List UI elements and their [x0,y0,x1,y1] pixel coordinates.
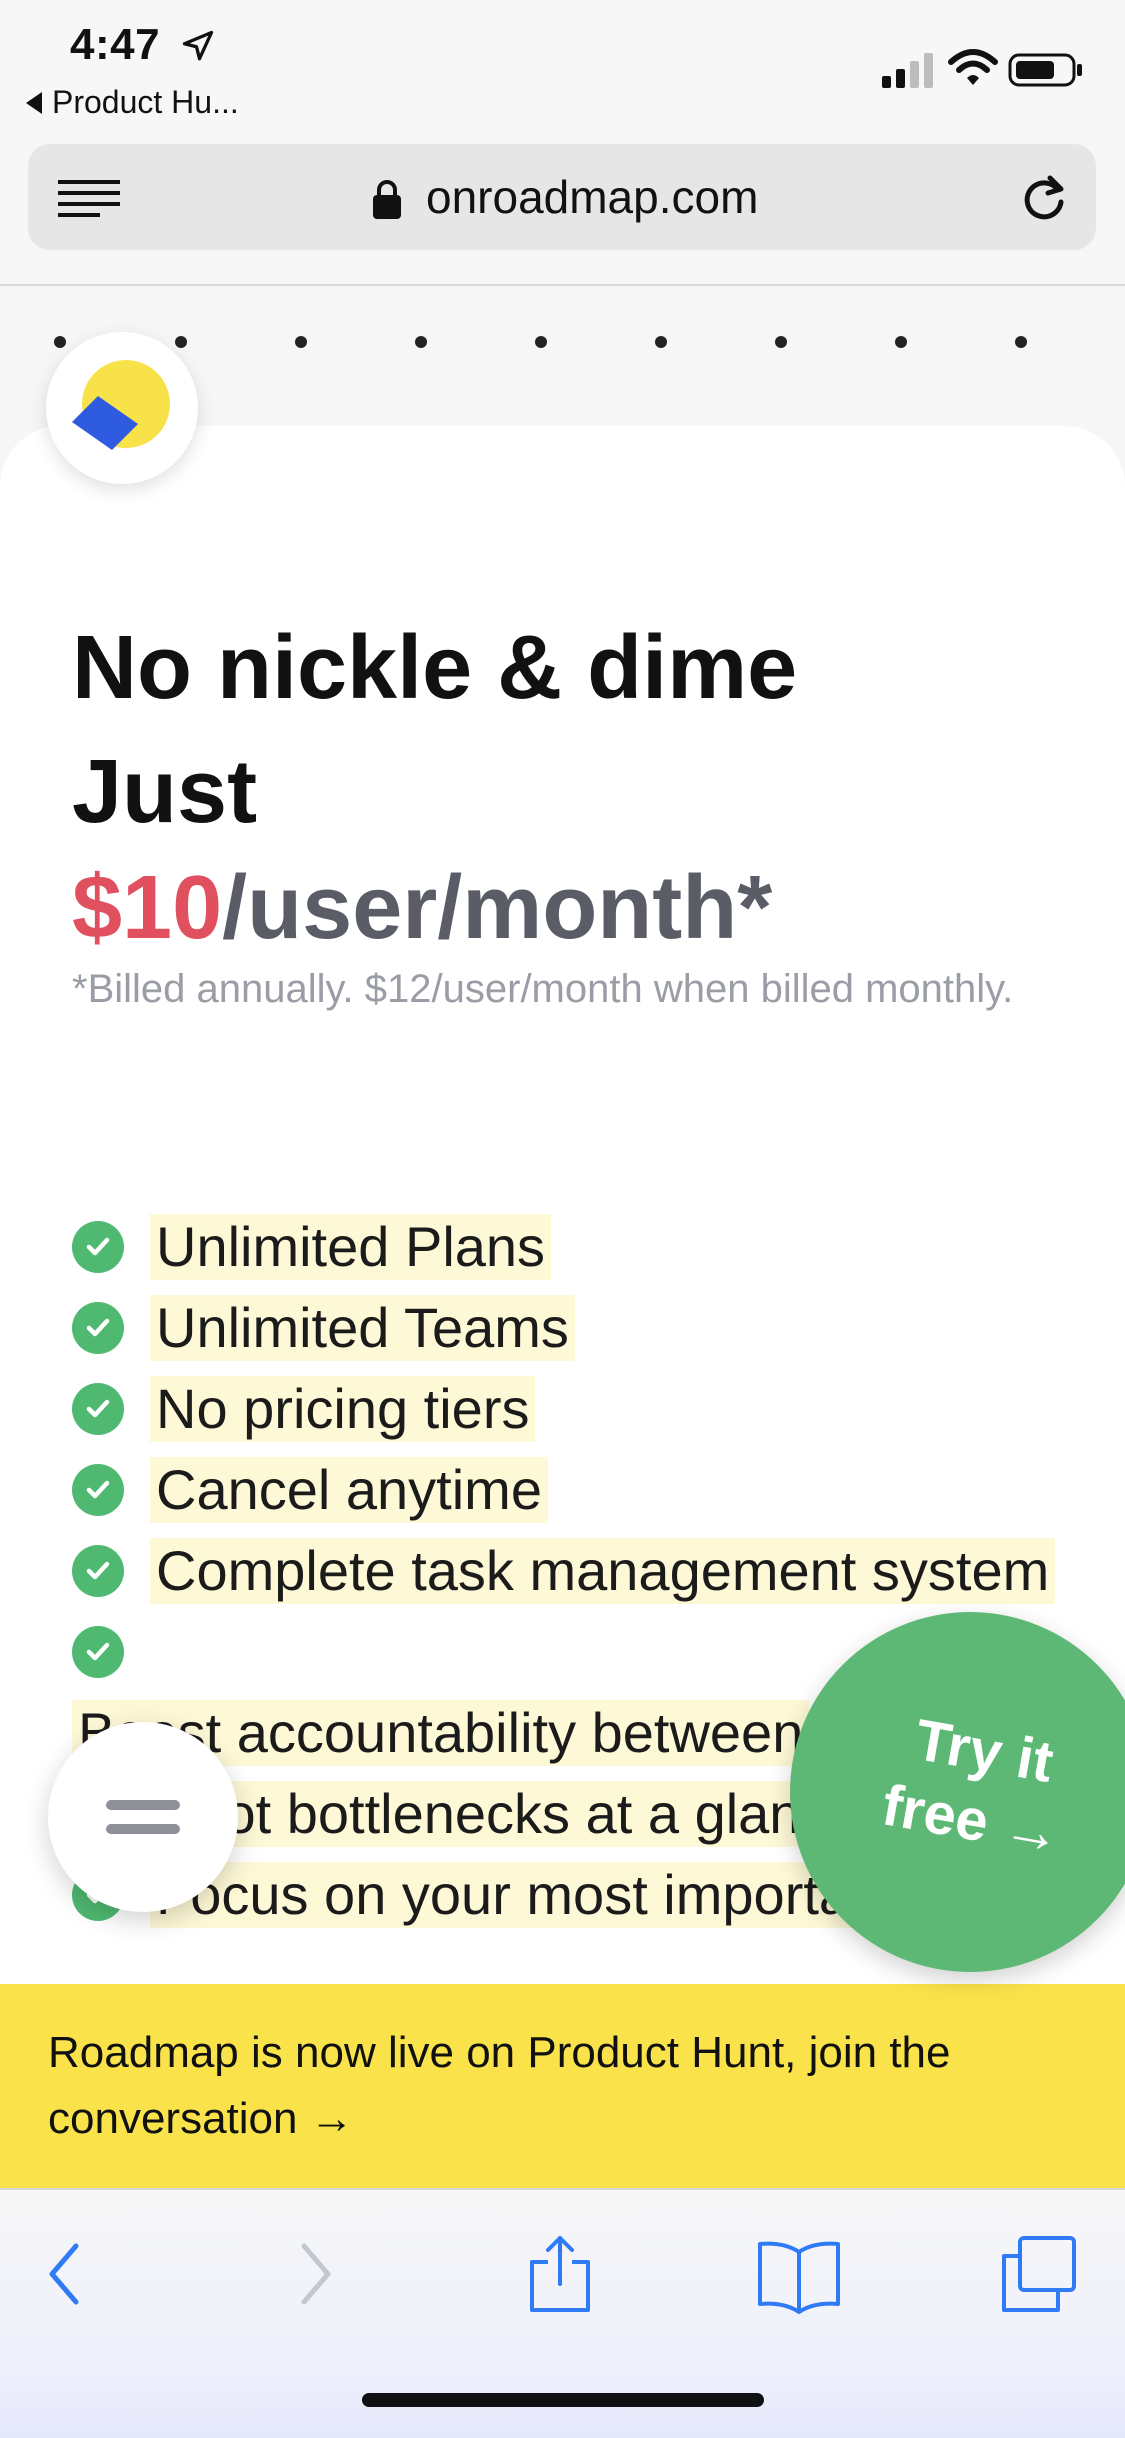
battery-icon [1008,53,1082,87]
list-item: Unlimited Teams [72,1287,1125,1368]
billing-note: *Billed annually. $12/user/month when bi… [72,967,1014,1011]
share-icon[interactable] [520,2234,600,2314]
wifi-icon [948,49,998,85]
pricing-headline: No nickle & dime Just [72,606,797,854]
back-triangle-icon [26,91,42,114]
address-bar[interactable]: onroadmap.com [28,144,1096,250]
menu-icon [106,1800,180,1810]
url-text[interactable]: onroadmap.com [426,170,758,224]
status-bar: 4:47 Product Hu... [0,0,1125,140]
reload-icon[interactable] [1018,172,1070,224]
dot [775,336,787,348]
feature-label: Unlimited Plans [150,1213,552,1280]
list-item: Unlimited Plans [72,1206,1125,1287]
dot [895,336,907,348]
check-icon [72,1301,124,1354]
back-icon[interactable] [40,2234,90,2314]
browser-address-area: onroadmap.com [0,140,1125,286]
menu-button[interactable] [48,1722,238,1912]
forward-icon[interactable] [290,2234,340,2314]
feature-label: Cancel anytime [150,1456,548,1523]
bookmarks-icon[interactable] [754,2234,844,2314]
reader-mode-icon[interactable] [58,178,120,218]
banner-text: Roadmap is now live on Product Hunt, joi… [48,2028,951,2143]
price-amount: $10 [72,858,223,958]
feature-label: No pricing tiers [150,1375,536,1442]
feature-label: Focus on your most important [150,1861,903,1928]
price-line: $10/user/month* [72,846,772,970]
back-app-label: Product Hu... [52,84,239,120]
dot [415,336,427,348]
product-hunt-banner[interactable]: Roadmap is now live on Product Hunt, joi… [0,1984,1125,2188]
roadmap-logo[interactable] [46,332,198,484]
location-arrow-icon [182,30,214,61]
dot [535,336,547,348]
list-item: Cancel anytime [72,1449,1125,1530]
feature-label: Unlimited Teams [150,1294,575,1361]
dot [295,336,307,348]
headline-line-1: No nickle & dime [72,618,798,718]
back-to-app-link[interactable]: Product Hu... [26,84,239,121]
feature-label: Spot bottlenecks at a glance [150,1780,866,1847]
check-icon [72,1220,124,1273]
check-icon [72,1463,124,1516]
tabs-icon[interactable] [996,2234,1080,2314]
feature-label: Complete task management system [150,1537,1056,1604]
status-time: 4:47 [70,20,161,69]
lock-icon [373,180,401,219]
check-icon [72,1382,124,1435]
menu-icon [106,1824,180,1834]
roadmap-logo-icon [72,360,170,450]
list-item: No pricing tiers [72,1368,1125,1449]
headline-line-2: Just [72,742,258,842]
price-unit: /user/month* [222,858,773,958]
home-indicator[interactable] [362,2393,764,2407]
check-icon [72,1625,124,1678]
cellular-signal-icon [882,53,933,88]
try-it-free-label: Try it free → [877,1706,1067,1868]
check-icon [72,1544,124,1597]
dot [655,336,667,348]
dot [1015,336,1027,348]
list-item: Complete task management system [72,1530,1125,1611]
